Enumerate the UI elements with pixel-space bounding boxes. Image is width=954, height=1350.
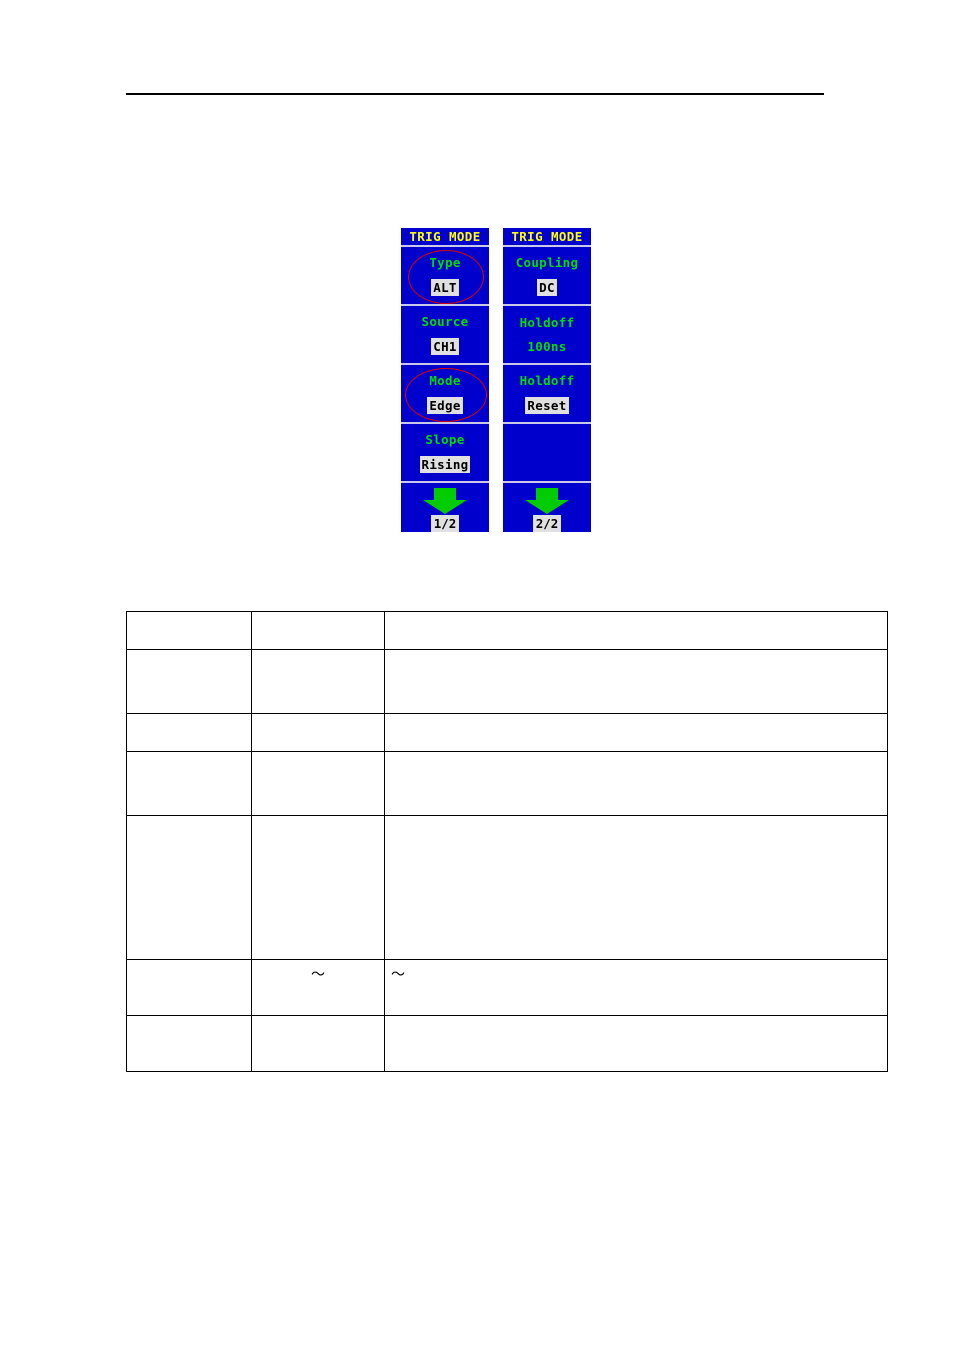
page-indicator-1: 1/2 <box>430 515 460 532</box>
table-cell-tilde-symbol: ～ <box>251 959 385 1016</box>
menu-item-holdoff-reset[interactable]: Holdoff Reset <box>503 365 591 424</box>
menu-item-type-value: ALT <box>431 279 459 296</box>
panel-title-page-1: TRIG MODE <box>401 228 489 247</box>
table-cell <box>251 649 385 714</box>
table-cell <box>126 611 252 650</box>
table-cell <box>126 713 252 752</box>
page-indicator-2: 2/2 <box>532 515 562 532</box>
menu-item-coupling-label: Coupling <box>515 255 579 270</box>
menu-item-coupling[interactable]: Coupling DC <box>503 247 591 306</box>
trig-mode-panel-page-2: TRIG MODE Coupling DC Holdoff 100ns Hold… <box>503 228 591 532</box>
table-row <box>126 815 888 960</box>
menu-item-holdoff-time-value: 100ns <box>527 339 567 354</box>
menu-item-holdoff-time[interactable]: Holdoff 100ns <box>503 306 591 365</box>
menu-item-mode[interactable]: Mode Edge <box>401 365 489 424</box>
table-cell <box>126 1015 252 1072</box>
menu-item-slope-label: Slope <box>425 432 465 447</box>
table-cell <box>251 713 385 752</box>
table-row: ～ ～ <box>126 959 888 1016</box>
table-cell <box>384 1015 888 1072</box>
menu-item-source-label: Source <box>421 314 469 329</box>
table-cell <box>126 959 252 1016</box>
table-cell <box>251 751 385 816</box>
menu-item-holdoff-time-label: Holdoff <box>519 315 575 330</box>
menu-item-holdoff-reset-value: Reset <box>525 397 569 414</box>
menu-item-source-value: CH1 <box>431 338 459 355</box>
table-row <box>126 611 888 650</box>
pager-next-page-1[interactable]: 1/2 <box>401 483 489 532</box>
table-cell <box>384 815 888 960</box>
menu-item-empty <box>503 424 591 483</box>
table-cell <box>384 713 888 752</box>
menu-item-holdoff-reset-label: Holdoff <box>519 373 575 388</box>
menu-item-type[interactable]: Type ALT <box>401 247 489 306</box>
down-arrow-icon <box>423 488 467 514</box>
table-cell-tilde-symbol: ～ <box>384 959 888 1016</box>
table-cell <box>126 815 252 960</box>
table-row <box>126 649 888 714</box>
menu-item-slope-value: Rising <box>419 456 471 473</box>
table-cell <box>251 1015 385 1072</box>
table-cell <box>126 751 252 816</box>
menu-item-source[interactable]: Source CH1 <box>401 306 489 365</box>
menu-item-mode-value: Edge <box>427 397 463 414</box>
table-cell <box>126 649 252 714</box>
page-header-rule <box>126 93 824 95</box>
pager-next-page-2[interactable]: 2/2 <box>503 483 591 532</box>
table-cell <box>384 649 888 714</box>
table-row <box>126 1015 888 1072</box>
menu-item-slope[interactable]: Slope Rising <box>401 424 489 483</box>
trig-mode-menu-group: TRIG MODE Type ALT Source CH1 Mode Edge … <box>401 228 591 532</box>
table-cell <box>384 751 888 816</box>
table-cell <box>384 611 888 650</box>
table-row <box>126 713 888 752</box>
down-arrow-icon <box>525 488 569 514</box>
specification-table: ～ ～ <box>126 611 888 1072</box>
table-cell <box>251 611 385 650</box>
table-cell <box>251 815 385 960</box>
menu-item-mode-label: Mode <box>429 373 461 388</box>
panel-title-page-2: TRIG MODE <box>503 228 591 247</box>
trig-mode-panel-page-1: TRIG MODE Type ALT Source CH1 Mode Edge … <box>401 228 489 532</box>
menu-item-type-label: Type <box>429 255 461 270</box>
table-row <box>126 751 888 816</box>
menu-item-coupling-value: DC <box>537 279 557 296</box>
